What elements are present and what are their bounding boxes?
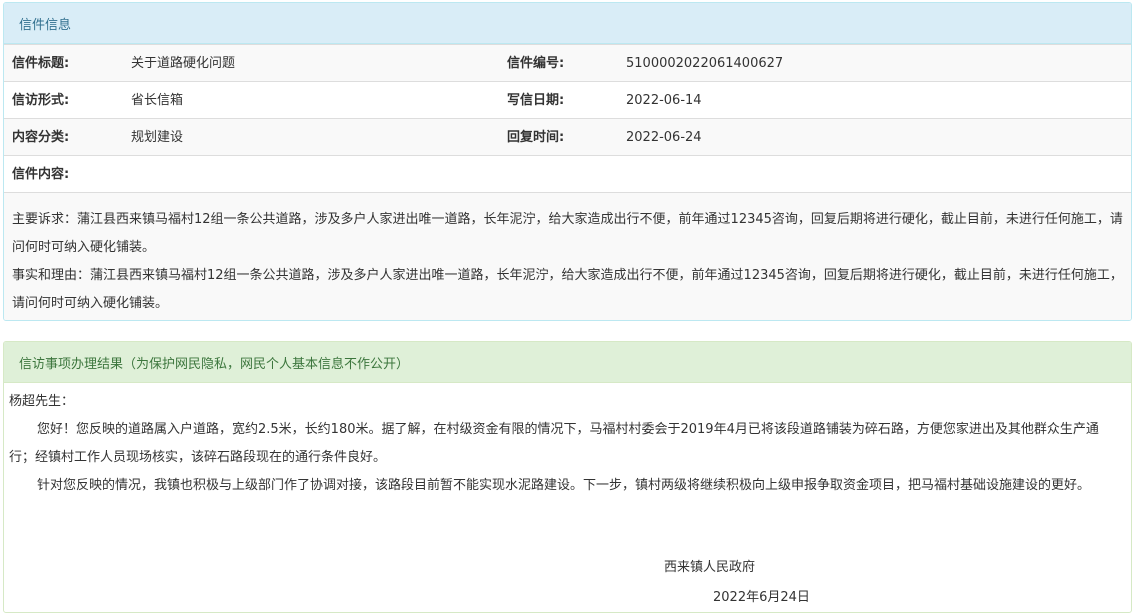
category-value: 规划建设 bbox=[131, 130, 184, 145]
letter-content: 主要诉求：蒲江县西来镇马福村12组一条公共道路，涉及多户人家进出唯一道路，长年泥… bbox=[4, 192, 1131, 320]
form-label: 信访形式: bbox=[12, 93, 70, 108]
reply-time-label: 回复时间: bbox=[507, 130, 565, 145]
content-paragraph-demand: 主要诉求：蒲江县西来镇马福村12组一条公共道路，涉及多户人家进出唯一道路，长年泥… bbox=[12, 212, 1123, 255]
reply-paragraph: 针对您反映的情况，我镇也积极与上级部门作了协调对接，该路段目前暂不能实现水泥路建… bbox=[37, 478, 1091, 493]
reply-time-value: 2022-06-24 bbox=[626, 130, 702, 145]
title-label: 信件标题: bbox=[12, 56, 70, 71]
result-panel: 信访事项办理结果（为保护网民隐私，网民个人基本信息不作公开） 杨超先生： 您好！… bbox=[3, 341, 1132, 613]
title-value: 关于道路硬化问题 bbox=[131, 56, 236, 71]
signature-org: 西来镇人民政府 bbox=[664, 560, 756, 575]
date-value: 2022-06-14 bbox=[626, 93, 702, 108]
letter-info-panel: 信件信息 信件标题: 关于道路硬化问题 信件编号: 51000020220614… bbox=[3, 2, 1132, 321]
number-label: 信件编号: bbox=[507, 56, 565, 71]
content-label-row: 信件内容: bbox=[4, 155, 1131, 193]
content-paragraph-facts: 事实和理由：蒲江县西来镇马福村12组一条公共道路，涉及多户人家进出唯一道路，长年… bbox=[12, 268, 1123, 311]
title-row: 信件标题: 关于道路硬化问题 信件编号: 5100002022061400627 bbox=[4, 44, 1131, 82]
category-row: 内容分类: 规划建设 回复时间: 2022-06-24 bbox=[4, 118, 1131, 156]
date-label: 写信日期: bbox=[507, 93, 565, 108]
letter-info-header: 信件信息 bbox=[4, 3, 1131, 44]
reply-salutation: 杨超先生： bbox=[9, 394, 75, 409]
form-row: 信访形式: 省长信箱 写信日期: 2022-06-14 bbox=[4, 81, 1131, 119]
signature-date: 2022年6月24日 bbox=[713, 590, 810, 605]
content-label: 信件内容: bbox=[12, 167, 70, 182]
category-label: 内容分类: bbox=[12, 130, 70, 145]
number-value: 5100002022061400627 bbox=[626, 56, 784, 71]
reply-paragraph: 您好！您反映的道路属入户道路，宽约2.5米，长约180米。据了解，在村级资金有限… bbox=[9, 422, 1099, 465]
form-value: 省长信箱 bbox=[131, 93, 184, 108]
result-header: 信访事项办理结果（为保护网民隐私，网民个人基本信息不作公开） bbox=[4, 342, 1131, 383]
reply-body: 杨超先生： 您好！您反映的道路属入户道路，宽约2.5米，长约180米。据了解，在… bbox=[9, 388, 1123, 500]
